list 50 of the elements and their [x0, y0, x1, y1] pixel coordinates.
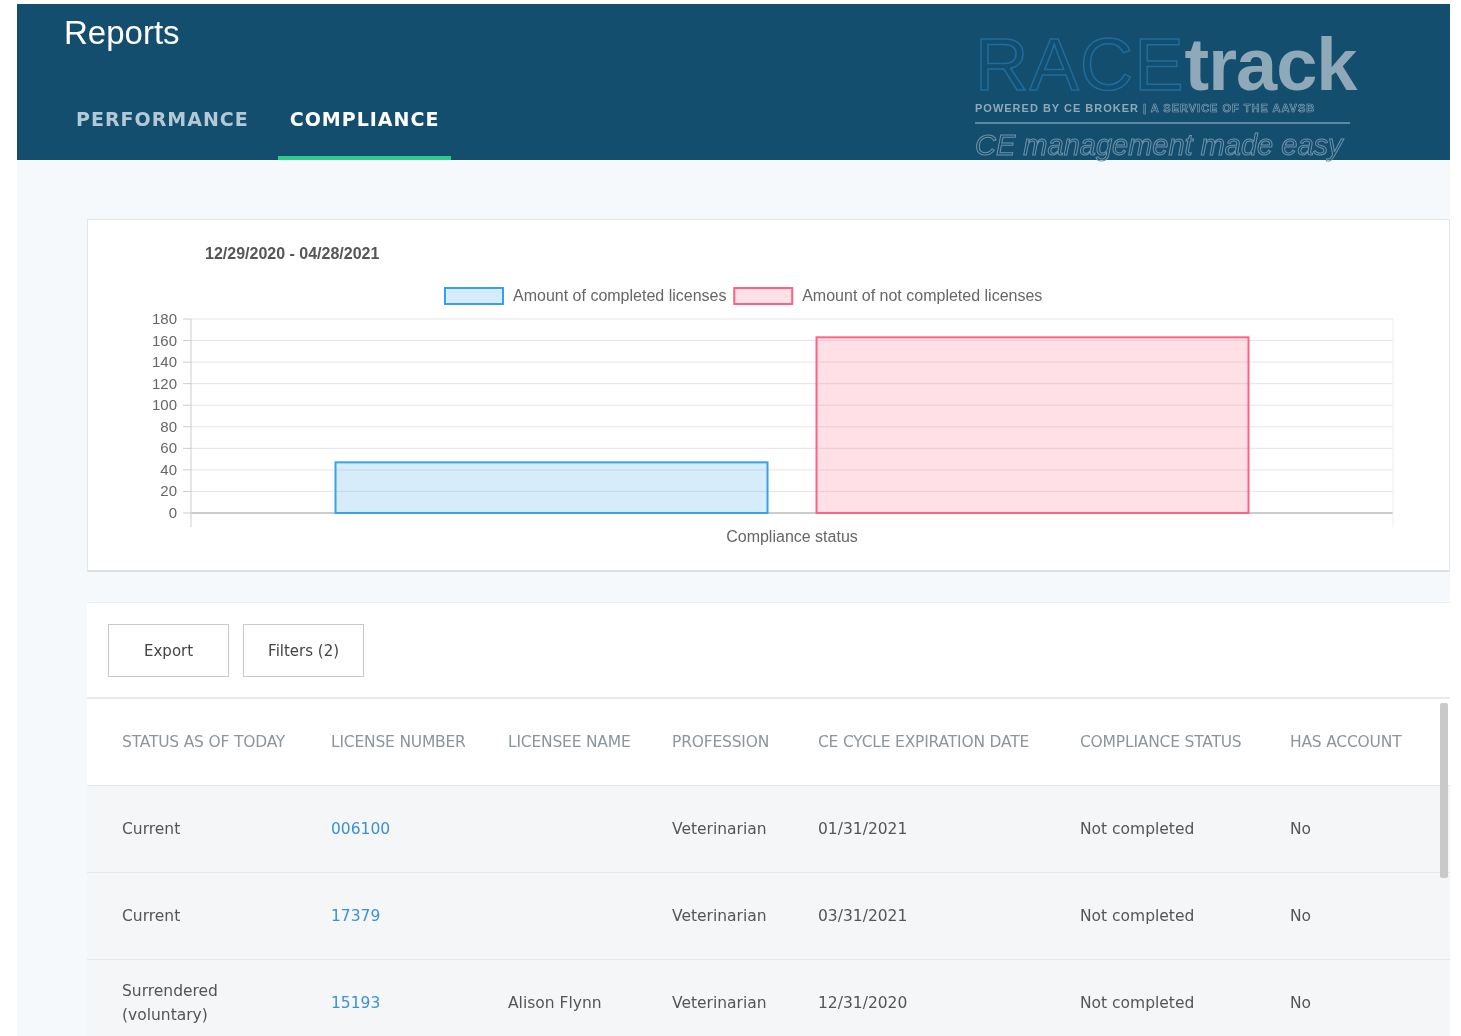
- legend-label: Amount of not completed licenses: [802, 287, 1043, 304]
- y-tick-label: 160: [151, 331, 177, 349]
- column-header[interactable]: COMPLIANCE STATUS: [1080, 733, 1290, 751]
- logo-byline: | A SERVICE OF THE AAVSB: [1143, 102, 1316, 114]
- table-cell-text: Not completed: [1080, 906, 1196, 927]
- column-header[interactable]: PROFESSION: [672, 733, 818, 751]
- column-header[interactable]: LICENSEE NAME: [508, 733, 672, 751]
- table-cell-text: 01/31/2021: [818, 819, 909, 840]
- scrollbar[interactable]: [1440, 703, 1448, 878]
- column-header[interactable]: CE CYCLE EXPIRATION DATE: [818, 733, 1080, 751]
- y-tick-label: 60: [160, 439, 177, 457]
- table-cell-text: Not completed: [1080, 993, 1196, 1014]
- table-cell-text: 03/31/2021: [818, 906, 909, 927]
- table-cell-text: Surrendered (voluntary): [122, 981, 219, 1026]
- table-cell-text: No: [1290, 819, 1313, 840]
- legend-label: Amount of completed licenses: [513, 287, 727, 304]
- table-cell-text: Veterinarian: [672, 993, 768, 1014]
- table-cell-text: No: [1290, 906, 1313, 927]
- page-title: Reports: [64, 14, 181, 52]
- y-tick-label: 0: [168, 504, 177, 521]
- table-cell-text: Current: [122, 906, 182, 927]
- column-header[interactable]: LICENSE NUMBER: [331, 733, 508, 751]
- logo-byline: POWERED BY CE BROKER: [975, 102, 1140, 114]
- category-label: Compliance status: [726, 528, 858, 545]
- logo-wordmark: track: [1184, 32, 1357, 98]
- table-cell-text: Not completed: [1080, 819, 1196, 840]
- date-range: 12/29/2020 - 04/28/2021: [205, 245, 380, 262]
- table-cell-text: 12/31/2020: [818, 993, 909, 1014]
- toolbar-button[interactable]: Filters (2): [243, 624, 365, 677]
- y-tick-label: 100: [151, 396, 177, 414]
- tab[interactable]: COMPLIANCE: [277, 91, 452, 160]
- y-tick-label: 120: [151, 374, 177, 392]
- table-cell-text: Veterinarian: [672, 906, 768, 927]
- tab[interactable]: PERFORMANCE: [64, 91, 261, 160]
- table-cell-text: Veterinarian: [672, 819, 768, 840]
- logo-tagline: CE management made easy: [975, 130, 1346, 160]
- y-tick-label: 40: [160, 460, 177, 478]
- y-tick-label: 80: [160, 417, 177, 435]
- table-cell-text: Alison Flynn: [508, 993, 603, 1014]
- y-tick-label: 140: [151, 353, 177, 371]
- column-header[interactable]: STATUS AS OF TODAY: [122, 733, 331, 751]
- column-header[interactable]: HAS ACCOUNT: [1290, 733, 1450, 751]
- license-link[interactable]: 17379: [331, 904, 471, 928]
- license-link[interactable]: 15193: [331, 991, 471, 1015]
- y-tick-label: 20: [160, 482, 177, 500]
- toolbar-button[interactable]: Export: [108, 624, 230, 677]
- table-cell-text: Current: [122, 819, 182, 840]
- license-link[interactable]: 006100: [331, 817, 471, 841]
- table-cell-text: No: [1290, 993, 1313, 1014]
- y-tick-label: 180: [151, 310, 177, 327]
